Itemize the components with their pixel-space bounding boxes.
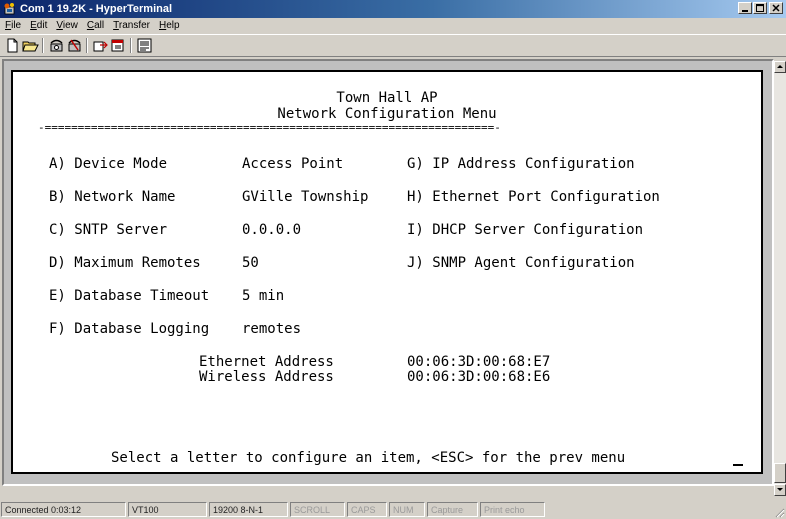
status-emulation: VT100 bbox=[128, 502, 207, 517]
menu-edit[interactable]: Edit bbox=[25, 18, 51, 33]
ethernet-address-label: Ethernet Address bbox=[199, 354, 334, 370]
option-sntp-server: C) SNTP Server bbox=[49, 222, 168, 238]
menu-file[interactable]: File bbox=[0, 18, 25, 33]
maximize-icon bbox=[756, 4, 764, 12]
new-icon[interactable] bbox=[4, 37, 21, 54]
text-cursor bbox=[733, 464, 743, 466]
menu-help[interactable]: Help bbox=[154, 18, 184, 33]
resize-grip-icon[interactable] bbox=[773, 506, 785, 518]
menu-bar: File Edit View Call Transfer Help bbox=[0, 18, 786, 33]
minimize-button[interactable] bbox=[738, 2, 752, 14]
toolbar bbox=[0, 34, 786, 57]
properties-icon[interactable] bbox=[136, 37, 153, 54]
menu-view[interactable]: View bbox=[51, 18, 82, 33]
value-database-timeout: 5 min bbox=[242, 288, 285, 304]
arrow-down-icon bbox=[777, 488, 783, 491]
prompt-text: Select a letter to configure an item, <E… bbox=[111, 450, 626, 466]
status-scroll: SCROLL bbox=[290, 502, 345, 517]
option-database-timeout: E) Database Timeout bbox=[49, 288, 210, 304]
close-button[interactable] bbox=[769, 2, 783, 14]
wireless-address-value: 00:06:3D:00:68:E6 bbox=[407, 369, 551, 385]
option-maximum-remotes: D) Maximum Remotes bbox=[49, 255, 201, 271]
separator-line: -=======================================… bbox=[38, 121, 501, 134]
status-settings: 19200 8-N-1 bbox=[209, 502, 288, 517]
terminal-screen[interactable]: Town Hall AP Network Configuration Menu … bbox=[11, 70, 763, 474]
close-icon bbox=[772, 4, 780, 12]
send-icon[interactable] bbox=[92, 37, 109, 54]
terminal-frame: Town Hall AP Network Configuration Menu … bbox=[2, 59, 774, 486]
value-network-name: GVille Township bbox=[242, 189, 369, 205]
value-database-logging: remotes bbox=[242, 321, 302, 337]
option-network-name: B) Network Name bbox=[49, 189, 176, 205]
status-num: NUM bbox=[389, 502, 425, 517]
status-bar: Connected 0:03:12 VT100 19200 8-N-1 SCRO… bbox=[0, 500, 786, 519]
open-icon[interactable] bbox=[22, 37, 39, 54]
vertical-scrollbar[interactable] bbox=[774, 61, 786, 496]
window-title: Com 1 19.2K - HyperTerminal bbox=[20, 3, 173, 15]
receive-icon[interactable] bbox=[110, 37, 127, 54]
menu-call[interactable]: Call bbox=[82, 18, 108, 33]
scroll-down-button[interactable] bbox=[774, 484, 786, 496]
status-capture: Capture bbox=[427, 502, 478, 517]
hyperterminal-icon bbox=[4, 3, 15, 15]
wireless-address-label: Wireless Address bbox=[199, 369, 334, 385]
status-caps: CAPS bbox=[347, 502, 387, 517]
status-print-echo: Print echo bbox=[480, 502, 545, 517]
option-device-mode: A) Device Mode bbox=[49, 156, 168, 172]
value-maximum-remotes: 50 bbox=[242, 255, 259, 271]
value-device-mode: Access Point bbox=[242, 156, 344, 172]
maximize-button[interactable] bbox=[753, 2, 767, 14]
dial-icon[interactable] bbox=[48, 37, 65, 54]
option-snmp-agent-configuration: J) SNMP Agent Configuration bbox=[407, 255, 635, 271]
minimize-icon bbox=[742, 10, 748, 12]
option-ip-address-configuration: G) IP Address Configuration bbox=[407, 156, 635, 172]
scroll-thumb[interactable] bbox=[774, 463, 786, 483]
arrow-up-icon bbox=[777, 65, 783, 68]
menu-heading: Town Hall AP bbox=[336, 90, 438, 106]
scroll-up-button[interactable] bbox=[774, 61, 786, 73]
ethernet-address-value: 00:06:3D:00:68:E7 bbox=[407, 354, 551, 370]
option-database-logging: F) Database Logging bbox=[49, 321, 210, 337]
option-dhcp-server-configuration: I) DHCP Server Configuration bbox=[407, 222, 644, 238]
title-bar[interactable]: Com 1 19.2K - HyperTerminal bbox=[0, 0, 786, 18]
value-sntp-server: 0.0.0.0 bbox=[242, 222, 302, 238]
status-connected: Connected 0:03:12 bbox=[1, 502, 126, 517]
disconnect-icon[interactable] bbox=[66, 37, 83, 54]
option-ethernet-port-configuration: H) Ethernet Port Configuration bbox=[407, 189, 660, 205]
menu-transfer[interactable]: Transfer bbox=[108, 18, 154, 33]
